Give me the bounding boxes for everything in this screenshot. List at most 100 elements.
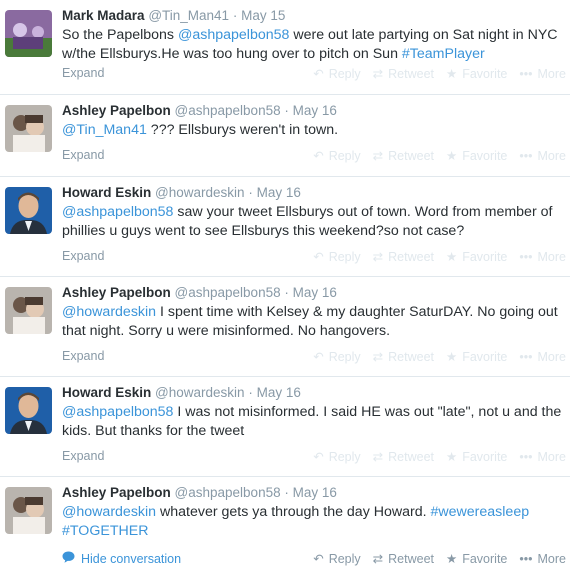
reply-icon: ↶ bbox=[313, 552, 324, 566]
more-dots-icon: ••• bbox=[519, 551, 533, 566]
tweet-timestamp[interactable]: May 16 bbox=[293, 485, 337, 500]
star-icon: ★ bbox=[446, 350, 458, 364]
mention-link[interactable]: @ashpapelbon58 bbox=[62, 204, 173, 220]
tweet[interactable]: Ashley Papelbon @ashpapelbon58 · May 16 … bbox=[0, 95, 570, 177]
reply-button[interactable]: ↶ Reply bbox=[313, 148, 360, 164]
more-label: More bbox=[537, 249, 566, 264]
expand-link[interactable]: Expand bbox=[62, 66, 104, 80]
tweet[interactable]: Howard Eskin @howardeskin · May 16 @ashp… bbox=[0, 177, 570, 277]
avatar-mark-madara[interactable] bbox=[5, 10, 52, 57]
retweet-button[interactable]: ⇄ Retweet bbox=[373, 148, 434, 164]
hashtag-link[interactable]: #wewereasleep bbox=[431, 504, 530, 520]
expand-link[interactable]: Expand bbox=[62, 249, 104, 263]
retweet-button[interactable]: ⇄ Retweet bbox=[373, 249, 434, 265]
tweet-author-name[interactable]: Ashley Papelbon bbox=[62, 103, 171, 118]
tweet-author-username[interactable]: @Tin_Man41 bbox=[148, 8, 229, 23]
avatar-ashley-papelbon[interactable] bbox=[5, 105, 52, 152]
star-icon: ★ bbox=[446, 552, 458, 566]
more-dots-icon: ••• bbox=[519, 66, 533, 81]
tweet-actions: ↶ Reply ⇄ Retweet ★ Favorite ••• More bbox=[301, 249, 566, 265]
retweet-label: Retweet bbox=[388, 349, 434, 364]
tweet-author-name[interactable]: Ashley Papelbon bbox=[62, 285, 171, 300]
tweet[interactable]: Ashley Papelbon @ashpapelbon58 · May 16 … bbox=[0, 277, 570, 377]
reply-button[interactable]: ↶ Reply bbox=[313, 551, 360, 567]
mention-link[interactable]: @ashpapelbon58 bbox=[62, 404, 173, 420]
expand-link[interactable]: Expand bbox=[62, 449, 104, 463]
expand-link[interactable]: Expand bbox=[62, 148, 104, 162]
mention-link[interactable]: @howardeskin bbox=[62, 304, 156, 320]
tweet-text: @howardeskin I spent time with Kelsey & … bbox=[62, 303, 570, 340]
tweet-author-username[interactable]: @howardeskin bbox=[155, 385, 245, 400]
tweet-author-name[interactable]: Howard Eskin bbox=[62, 185, 151, 200]
separator: · bbox=[284, 485, 289, 500]
tweet-author-username[interactable]: @ashpapelbon58 bbox=[175, 485, 281, 500]
tweet-focused[interactable]: Ashley Papelbon @ashpapelbon58 · May 16 … bbox=[0, 477, 570, 572]
favorite-button[interactable]: ★ Favorite bbox=[446, 551, 508, 567]
reply-label: Reply bbox=[328, 449, 361, 464]
hide-conversation-link[interactable]: Hide conversation bbox=[62, 551, 181, 566]
tweet-timestamp[interactable]: May 16 bbox=[293, 103, 337, 118]
favorite-label: Favorite bbox=[462, 148, 508, 163]
retweet-button[interactable]: ⇄ Retweet bbox=[372, 551, 434, 567]
tweet-author-name[interactable]: Howard Eskin bbox=[62, 385, 151, 400]
retweet-label: Retweet bbox=[388, 148, 434, 163]
tweet-author-username[interactable]: @ashpapelbon58 bbox=[175, 103, 281, 118]
tweet-text-segment: whatever gets ya through the day Howard. bbox=[156, 504, 431, 520]
favorite-button[interactable]: ★ Favorite bbox=[446, 349, 507, 365]
avatar-ashley-papelbon[interactable] bbox=[5, 487, 52, 534]
more-button[interactable]: ••• More bbox=[519, 148, 566, 163]
reply-icon: ↶ bbox=[313, 250, 324, 264]
mention-link[interactable]: @ashpapelbon58 bbox=[178, 27, 289, 43]
reply-button[interactable]: ↶ Reply bbox=[313, 449, 361, 465]
mention-link[interactable]: @Tin_Man41 bbox=[62, 122, 147, 138]
reply-icon: ↶ bbox=[313, 67, 324, 81]
tweet-author-name[interactable]: Mark Madara bbox=[62, 8, 145, 23]
retweet-icon: ⇄ bbox=[372, 450, 384, 464]
tweet-header: Howard Eskin @howardeskin · May 16 bbox=[62, 384, 570, 402]
expand-link[interactable]: Expand bbox=[62, 349, 104, 363]
reply-button[interactable]: ↶ Reply bbox=[313, 349, 360, 365]
reply-icon: ↶ bbox=[313, 149, 324, 163]
tweet-timestamp[interactable]: May 16 bbox=[257, 185, 301, 200]
favorite-button[interactable]: ★ Favorite bbox=[446, 148, 508, 164]
retweet-button[interactable]: ⇄ Retweet bbox=[372, 449, 434, 465]
retweet-label: Retweet bbox=[388, 551, 434, 566]
tweet-author-username[interactable]: @howardeskin bbox=[155, 185, 245, 200]
tweet[interactable]: Mark Madara @Tin_Man41 · May 15 So the P… bbox=[0, 0, 570, 95]
hashtag-link[interactable]: #TeamPlayer bbox=[402, 46, 485, 62]
retweet-icon: ⇄ bbox=[372, 350, 384, 364]
favorite-button[interactable]: ★ Favorite bbox=[446, 249, 508, 265]
tweet-header: Mark Madara @Tin_Man41 · May 15 bbox=[62, 7, 570, 25]
reply-button[interactable]: ↶ Reply bbox=[313, 249, 360, 265]
retweet-button[interactable]: ⇄ Retweet bbox=[372, 349, 434, 365]
tweet-text: @howardeskin whatever gets ya through th… bbox=[62, 503, 570, 540]
separator: · bbox=[284, 103, 289, 118]
more-button[interactable]: ••• More bbox=[519, 551, 566, 566]
more-button[interactable]: ••• More bbox=[519, 66, 566, 81]
favorite-label: Favorite bbox=[462, 551, 508, 566]
more-button[interactable]: ••• More bbox=[519, 249, 566, 264]
tweet-timestamp[interactable]: May 15 bbox=[241, 8, 285, 23]
tweet-text-segment: So the Papelbons bbox=[62, 27, 178, 43]
retweet-button[interactable]: ⇄ Retweet bbox=[372, 66, 434, 82]
avatar-ashley-papelbon[interactable] bbox=[5, 287, 52, 334]
avatar-howard-eskin[interactable] bbox=[5, 387, 52, 434]
mention-link[interactable]: @howardeskin bbox=[62, 504, 156, 520]
hashtag-link[interactable]: #TOGETHER bbox=[62, 523, 148, 539]
reply-button[interactable]: ↶ Reply bbox=[313, 66, 360, 82]
tweet-author-name[interactable]: Ashley Papelbon bbox=[62, 485, 171, 500]
more-button[interactable]: ••• More bbox=[519, 349, 566, 364]
retweet-icon: ⇄ bbox=[372, 552, 384, 566]
separator: · bbox=[248, 185, 253, 200]
tweet[interactable]: Howard Eskin @howardeskin · May 16 @ashp… bbox=[0, 377, 570, 477]
favorite-label: Favorite bbox=[462, 249, 508, 264]
star-icon: ★ bbox=[446, 450, 458, 464]
tweet-timestamp[interactable]: May 16 bbox=[257, 385, 301, 400]
tweet-author-username[interactable]: @ashpapelbon58 bbox=[175, 285, 281, 300]
favorite-button[interactable]: ★ Favorite bbox=[446, 66, 507, 82]
tweet-timestamp[interactable]: May 16 bbox=[293, 285, 337, 300]
favorite-button[interactable]: ★ Favorite bbox=[446, 449, 507, 465]
more-button[interactable]: ••• More bbox=[519, 449, 566, 464]
avatar-howard-eskin[interactable] bbox=[5, 187, 52, 234]
retweet-icon: ⇄ bbox=[372, 67, 384, 81]
